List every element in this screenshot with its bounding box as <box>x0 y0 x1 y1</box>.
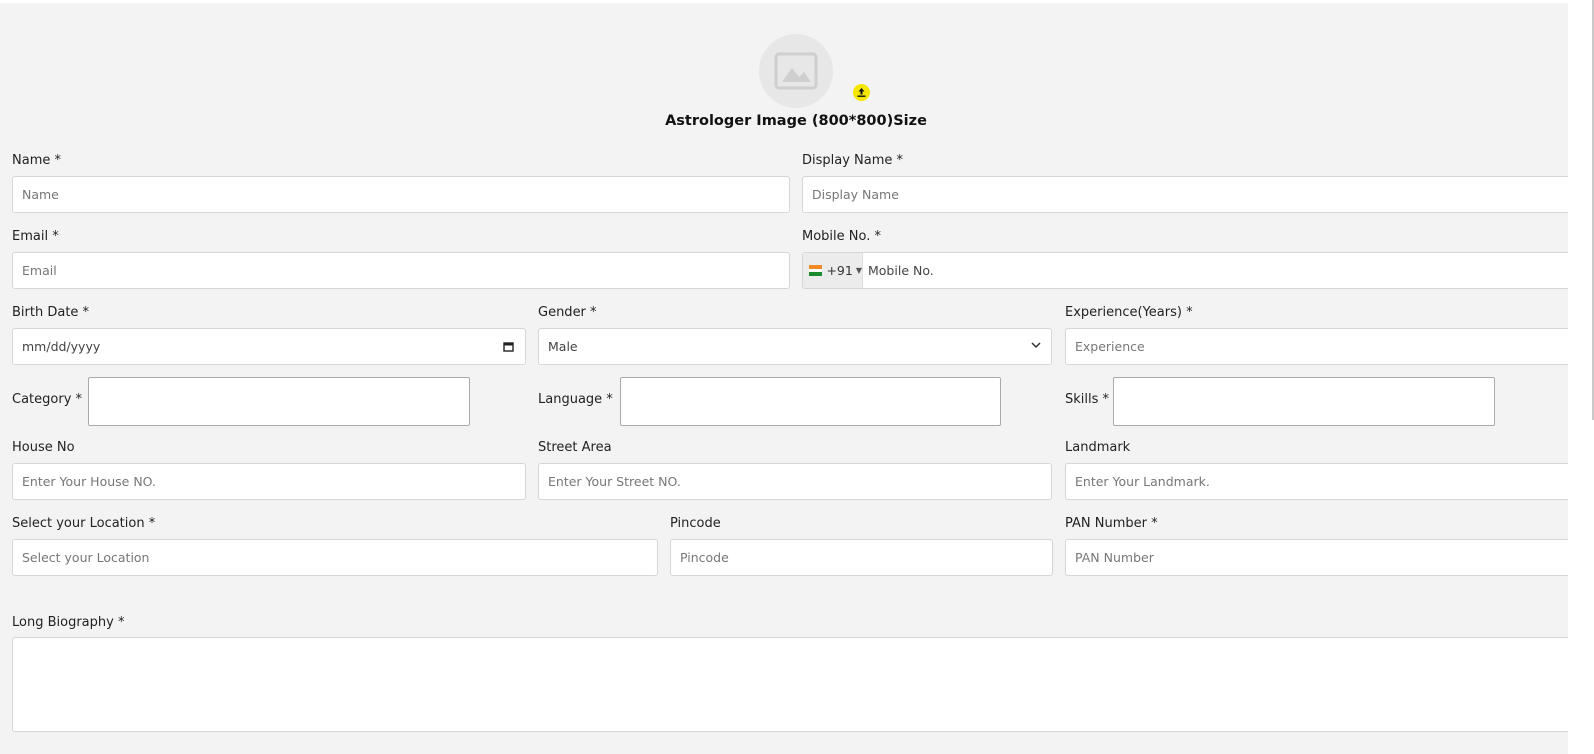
image-caption: Astrologer Image (800*800)Size <box>665 113 927 129</box>
gender-value: Male <box>548 339 578 354</box>
name-input[interactable] <box>12 176 790 213</box>
calendar-icon[interactable] <box>503 341 514 352</box>
birth-date-label: Birth Date * <box>12 305 90 320</box>
gender-select[interactable]: Male <box>538 328 1052 365</box>
house-no-label: House No <box>12 440 75 455</box>
pincode-label: Pincode <box>670 516 721 531</box>
biography-textarea[interactable] <box>12 637 1580 732</box>
pan-input[interactable] <box>1065 539 1580 576</box>
mobile-field: +91 ▼ <box>802 252 1580 289</box>
country-code: +91 <box>826 263 853 278</box>
mobile-input[interactable] <box>864 253 1472 288</box>
street-area-label: Street Area <box>538 440 612 455</box>
house-no-input[interactable] <box>12 463 526 500</box>
category-label: Category * <box>12 392 83 407</box>
scrollbar-track[interactable] <box>1568 0 1594 754</box>
email-input[interactable] <box>12 252 790 289</box>
location-label: Select your Location * <box>12 516 156 531</box>
experience-input[interactable] <box>1065 328 1580 365</box>
birth-date-value: mm/dd/yyyy <box>22 339 101 354</box>
name-label: Name * <box>12 153 61 168</box>
skills-multiselect[interactable] <box>1113 377 1495 426</box>
experience-label: Experience(Years) * <box>1065 305 1193 320</box>
image-placeholder-icon <box>774 52 818 90</box>
landmark-label: Landmark <box>1065 440 1131 455</box>
street-area-input[interactable] <box>538 463 1052 500</box>
birth-date-input[interactable]: mm/dd/yyyy <box>12 328 526 365</box>
country-code-selector[interactable]: +91 ▼ <box>803 253 863 288</box>
landmark-input[interactable] <box>1065 463 1580 500</box>
india-flag-icon <box>809 265 823 276</box>
upload-icon <box>857 88 866 97</box>
astrologer-image-preview[interactable] <box>759 34 833 108</box>
upload-image-button[interactable] <box>853 84 870 101</box>
form-page: Astrologer Image (800*800)Size Name * Di… <box>0 3 1580 754</box>
skills-label: Skills * <box>1065 392 1110 407</box>
category-multiselect[interactable] <box>88 377 470 426</box>
location-input[interactable] <box>12 539 658 576</box>
display-name-input[interactable] <box>802 176 1580 213</box>
pincode-input[interactable] <box>670 539 1053 576</box>
pan-label: PAN Number * <box>1065 516 1158 531</box>
gender-label: Gender * <box>538 305 597 320</box>
language-label: Language * <box>538 392 613 407</box>
display-name-label: Display Name * <box>802 153 904 168</box>
mobile-label: Mobile No. * <box>802 229 881 244</box>
language-multiselect[interactable] <box>620 377 1001 426</box>
biography-label: Long Biography * <box>12 615 125 630</box>
caret-down-icon: ▼ <box>855 266 862 275</box>
email-label: Email * <box>12 229 59 244</box>
chevron-down-icon <box>1031 342 1041 349</box>
